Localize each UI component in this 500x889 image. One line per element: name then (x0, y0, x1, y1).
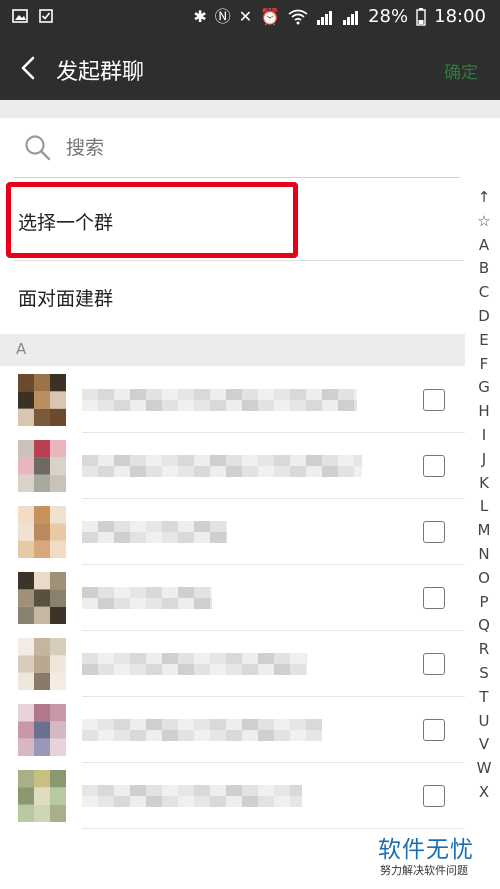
search-input[interactable] (66, 134, 446, 162)
contact-row[interactable] (0, 367, 465, 433)
contact-avatar (18, 638, 66, 690)
back-arrow-icon[interactable] (14, 52, 46, 84)
search-icon (25, 135, 51, 161)
contact-checkbox[interactable] (423, 521, 445, 543)
contact-checkbox[interactable] (423, 587, 445, 609)
watermark-subtext: 努力解决软件问题 (380, 864, 468, 877)
index-letter[interactable]: N (470, 545, 498, 563)
contact-name-blurred (82, 521, 227, 543)
index-letter[interactable]: ☆ (470, 212, 498, 230)
contact-checkbox[interactable] (423, 785, 445, 807)
nfc-icon: Ⓝ (214, 6, 231, 26)
contact-checkbox[interactable] (423, 455, 445, 477)
gallery-notification-icon (12, 9, 28, 23)
watermark-text: 软件无忧 (378, 837, 474, 863)
signal-icon-2 (343, 10, 359, 25)
bluetooth-icon: ✱ (193, 6, 207, 26)
index-letter[interactable]: O (470, 569, 498, 587)
contact-name-blurred (82, 587, 212, 609)
option-divider (14, 260, 464, 261)
highlight-annotation-box (6, 182, 298, 258)
index-letter[interactable]: S (470, 664, 498, 682)
face-to-face-group-label: 面对面建群 (18, 288, 114, 310)
row-divider (82, 828, 465, 829)
index-letter[interactable]: U (470, 712, 498, 730)
index-letter[interactable]: I (470, 426, 498, 444)
index-letter[interactable]: M (470, 521, 498, 539)
index-letter[interactable]: J (470, 450, 498, 468)
page-title: 发起群聊 (56, 60, 145, 85)
contact-checkbox[interactable] (423, 389, 445, 411)
contact-row[interactable] (0, 433, 465, 499)
signal-icon-1 (317, 10, 333, 25)
contact-avatar (18, 770, 66, 822)
battery-percent: 28% (368, 6, 409, 27)
wifi-icon (288, 9, 308, 24)
contact-avatar (18, 704, 66, 756)
contact-avatar (18, 506, 66, 558)
index-letter[interactable]: ↑ (470, 188, 498, 206)
contact-name-blurred (82, 455, 362, 477)
index-letter[interactable]: L (470, 497, 498, 515)
index-letter[interactable]: P (470, 593, 498, 611)
contact-row[interactable] (0, 763, 465, 829)
status-left-icons (12, 8, 54, 24)
contact-avatar (18, 572, 66, 624)
index-letter[interactable]: H (470, 402, 498, 420)
contact-row[interactable] (0, 499, 465, 565)
status-right-icons: ✱ Ⓝ ✕ ⏰ 28% 18:00 (193, 6, 486, 27)
status-bar: ✱ Ⓝ ✕ ⏰ 28% 18:00 (0, 0, 500, 36)
index-letter[interactable]: K (470, 474, 498, 492)
battery-icon (416, 7, 426, 26)
contact-name-blurred (82, 653, 307, 675)
index-letter[interactable]: V (470, 735, 498, 753)
index-letter[interactable]: R (470, 640, 498, 658)
index-letter[interactable]: B (470, 259, 498, 277)
contact-row[interactable] (0, 631, 465, 697)
index-letter[interactable]: A (470, 236, 498, 254)
index-letter[interactable]: W (470, 759, 498, 777)
contact-avatar (18, 374, 66, 426)
watermark-logo: 软件无忧 努力解决软件问题 (378, 830, 498, 886)
index-letter[interactable]: E (470, 331, 498, 349)
app-bar: 发起群聊 确定 (0, 36, 500, 100)
section-header-a: A (0, 334, 465, 366)
confirm-button[interactable]: 确定 (444, 58, 478, 83)
index-letter[interactable]: Q (470, 616, 498, 634)
contact-avatar (18, 440, 66, 492)
contact-checkbox[interactable] (423, 719, 445, 741)
search-bar[interactable] (0, 118, 470, 178)
contact-name-blurred (82, 389, 357, 411)
top-spacer (0, 100, 500, 118)
alphabet-index-bar[interactable]: ↑ ☆ A B C D E F G H I J K L M N O P Q R S T U V W X (470, 188, 498, 828)
index-letter[interactable]: F (470, 355, 498, 373)
mute-icon: ✕ (238, 6, 253, 26)
contact-checkbox[interactable] (423, 653, 445, 675)
index-letter[interactable]: X (470, 783, 498, 801)
contact-name-blurred (82, 785, 302, 807)
index-letter[interactable]: T (470, 688, 498, 706)
alarm-icon: ⏰ (260, 6, 281, 26)
index-letter[interactable]: D (470, 307, 498, 325)
search-underline (14, 177, 460, 178)
contact-name-blurred (82, 719, 322, 741)
contact-row[interactable] (0, 565, 465, 631)
face-to-face-group-option[interactable]: 面对面建群 (0, 262, 465, 332)
index-letter[interactable]: G (470, 378, 498, 396)
checklist-notification-icon (39, 9, 53, 23)
section-letter: A (16, 340, 27, 358)
index-letter[interactable]: C (470, 283, 498, 301)
contact-row[interactable] (0, 697, 465, 763)
clock-time: 18:00 (434, 6, 486, 27)
